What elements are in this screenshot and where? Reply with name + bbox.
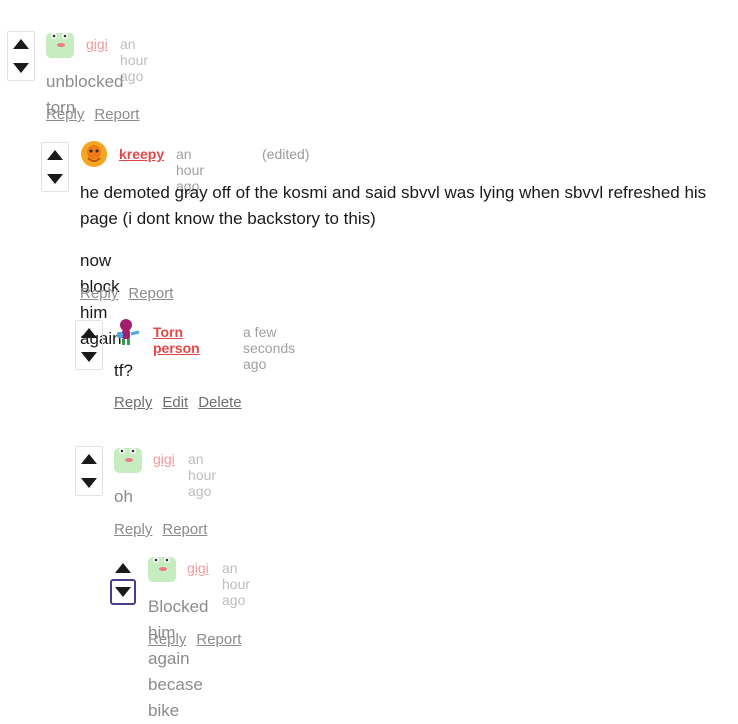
triangle-up-icon: [47, 150, 63, 160]
timestamp: a few seconds ago: [243, 324, 296, 372]
upvote-button[interactable]: [78, 448, 100, 470]
frog-avatar: [114, 448, 142, 473]
kreepy-avatar: [81, 141, 107, 167]
reply-link[interactable]: Reply: [80, 285, 118, 302]
timestamp: an hour ago: [222, 560, 251, 608]
downvote-button[interactable]: [78, 472, 100, 494]
triangle-down-icon: [81, 478, 97, 488]
reply-link[interactable]: Reply: [46, 106, 84, 123]
triangle-down-icon: [81, 352, 97, 362]
edit-link[interactable]: Edit: [162, 394, 188, 411]
comment-actions: Reply Edit Delete: [114, 394, 252, 411]
author-link[interactable]: kreepy: [119, 146, 164, 162]
upvote-button[interactable]: [44, 144, 66, 166]
author-link[interactable]: Torn person: [153, 324, 200, 356]
report-link[interactable]: Report: [196, 631, 241, 648]
report-link[interactable]: Report: [94, 106, 139, 123]
report-link[interactable]: Report: [162, 521, 207, 538]
triangle-up-icon: [81, 328, 97, 338]
vote-box: [75, 320, 103, 370]
timestamp: an hour ago: [120, 36, 149, 84]
downvote-button[interactable]: [78, 346, 100, 368]
vote-box: [7, 31, 35, 81]
author-link[interactable]: gigi: [153, 451, 175, 467]
frog-avatar: [46, 33, 74, 58]
comment-actions: Reply Report: [114, 521, 217, 538]
triangle-up-icon: [115, 563, 131, 573]
upvote-button[interactable]: [112, 557, 134, 579]
upvote-button[interactable]: [78, 322, 100, 344]
reply-link[interactable]: Reply: [114, 521, 152, 538]
frog-avatar: [148, 557, 176, 582]
comment-actions: Reply Report: [46, 106, 149, 123]
comment-actions: Reply Report: [148, 631, 251, 648]
comment-actions: Reply Report: [80, 285, 183, 302]
downvote-button[interactable]: [110, 579, 136, 605]
delete-link[interactable]: Delete: [198, 394, 241, 411]
vote-box: [109, 555, 137, 605]
vote-box: [41, 142, 69, 192]
comment-text: oh: [114, 487, 133, 506]
edited-label: (edited): [262, 146, 310, 162]
reply-link[interactable]: Reply: [114, 394, 152, 411]
downvote-button[interactable]: [44, 168, 66, 190]
triangle-up-icon: [13, 39, 29, 49]
timestamp: an hour ago: [188, 451, 217, 499]
triangle-down-icon: [47, 174, 63, 184]
comment-text: Blocked him again becase bike: [148, 597, 209, 720]
author-link[interactable]: gigi: [187, 560, 209, 576]
comment-text: he demoted gray off of the kosmi and sai…: [80, 183, 707, 228]
triangle-up-icon: [81, 454, 97, 464]
triangle-down-icon: [115, 587, 131, 597]
report-link[interactable]: Report: [128, 285, 173, 302]
comment-text: tf?: [114, 361, 133, 380]
vote-box: [75, 446, 103, 496]
triangle-down-icon: [13, 63, 29, 73]
reply-link[interactable]: Reply: [148, 631, 186, 648]
author-link[interactable]: gigi: [86, 36, 108, 52]
downvote-button[interactable]: [10, 57, 32, 79]
upvote-button[interactable]: [10, 33, 32, 55]
torn-person-avatar: [117, 319, 140, 345]
